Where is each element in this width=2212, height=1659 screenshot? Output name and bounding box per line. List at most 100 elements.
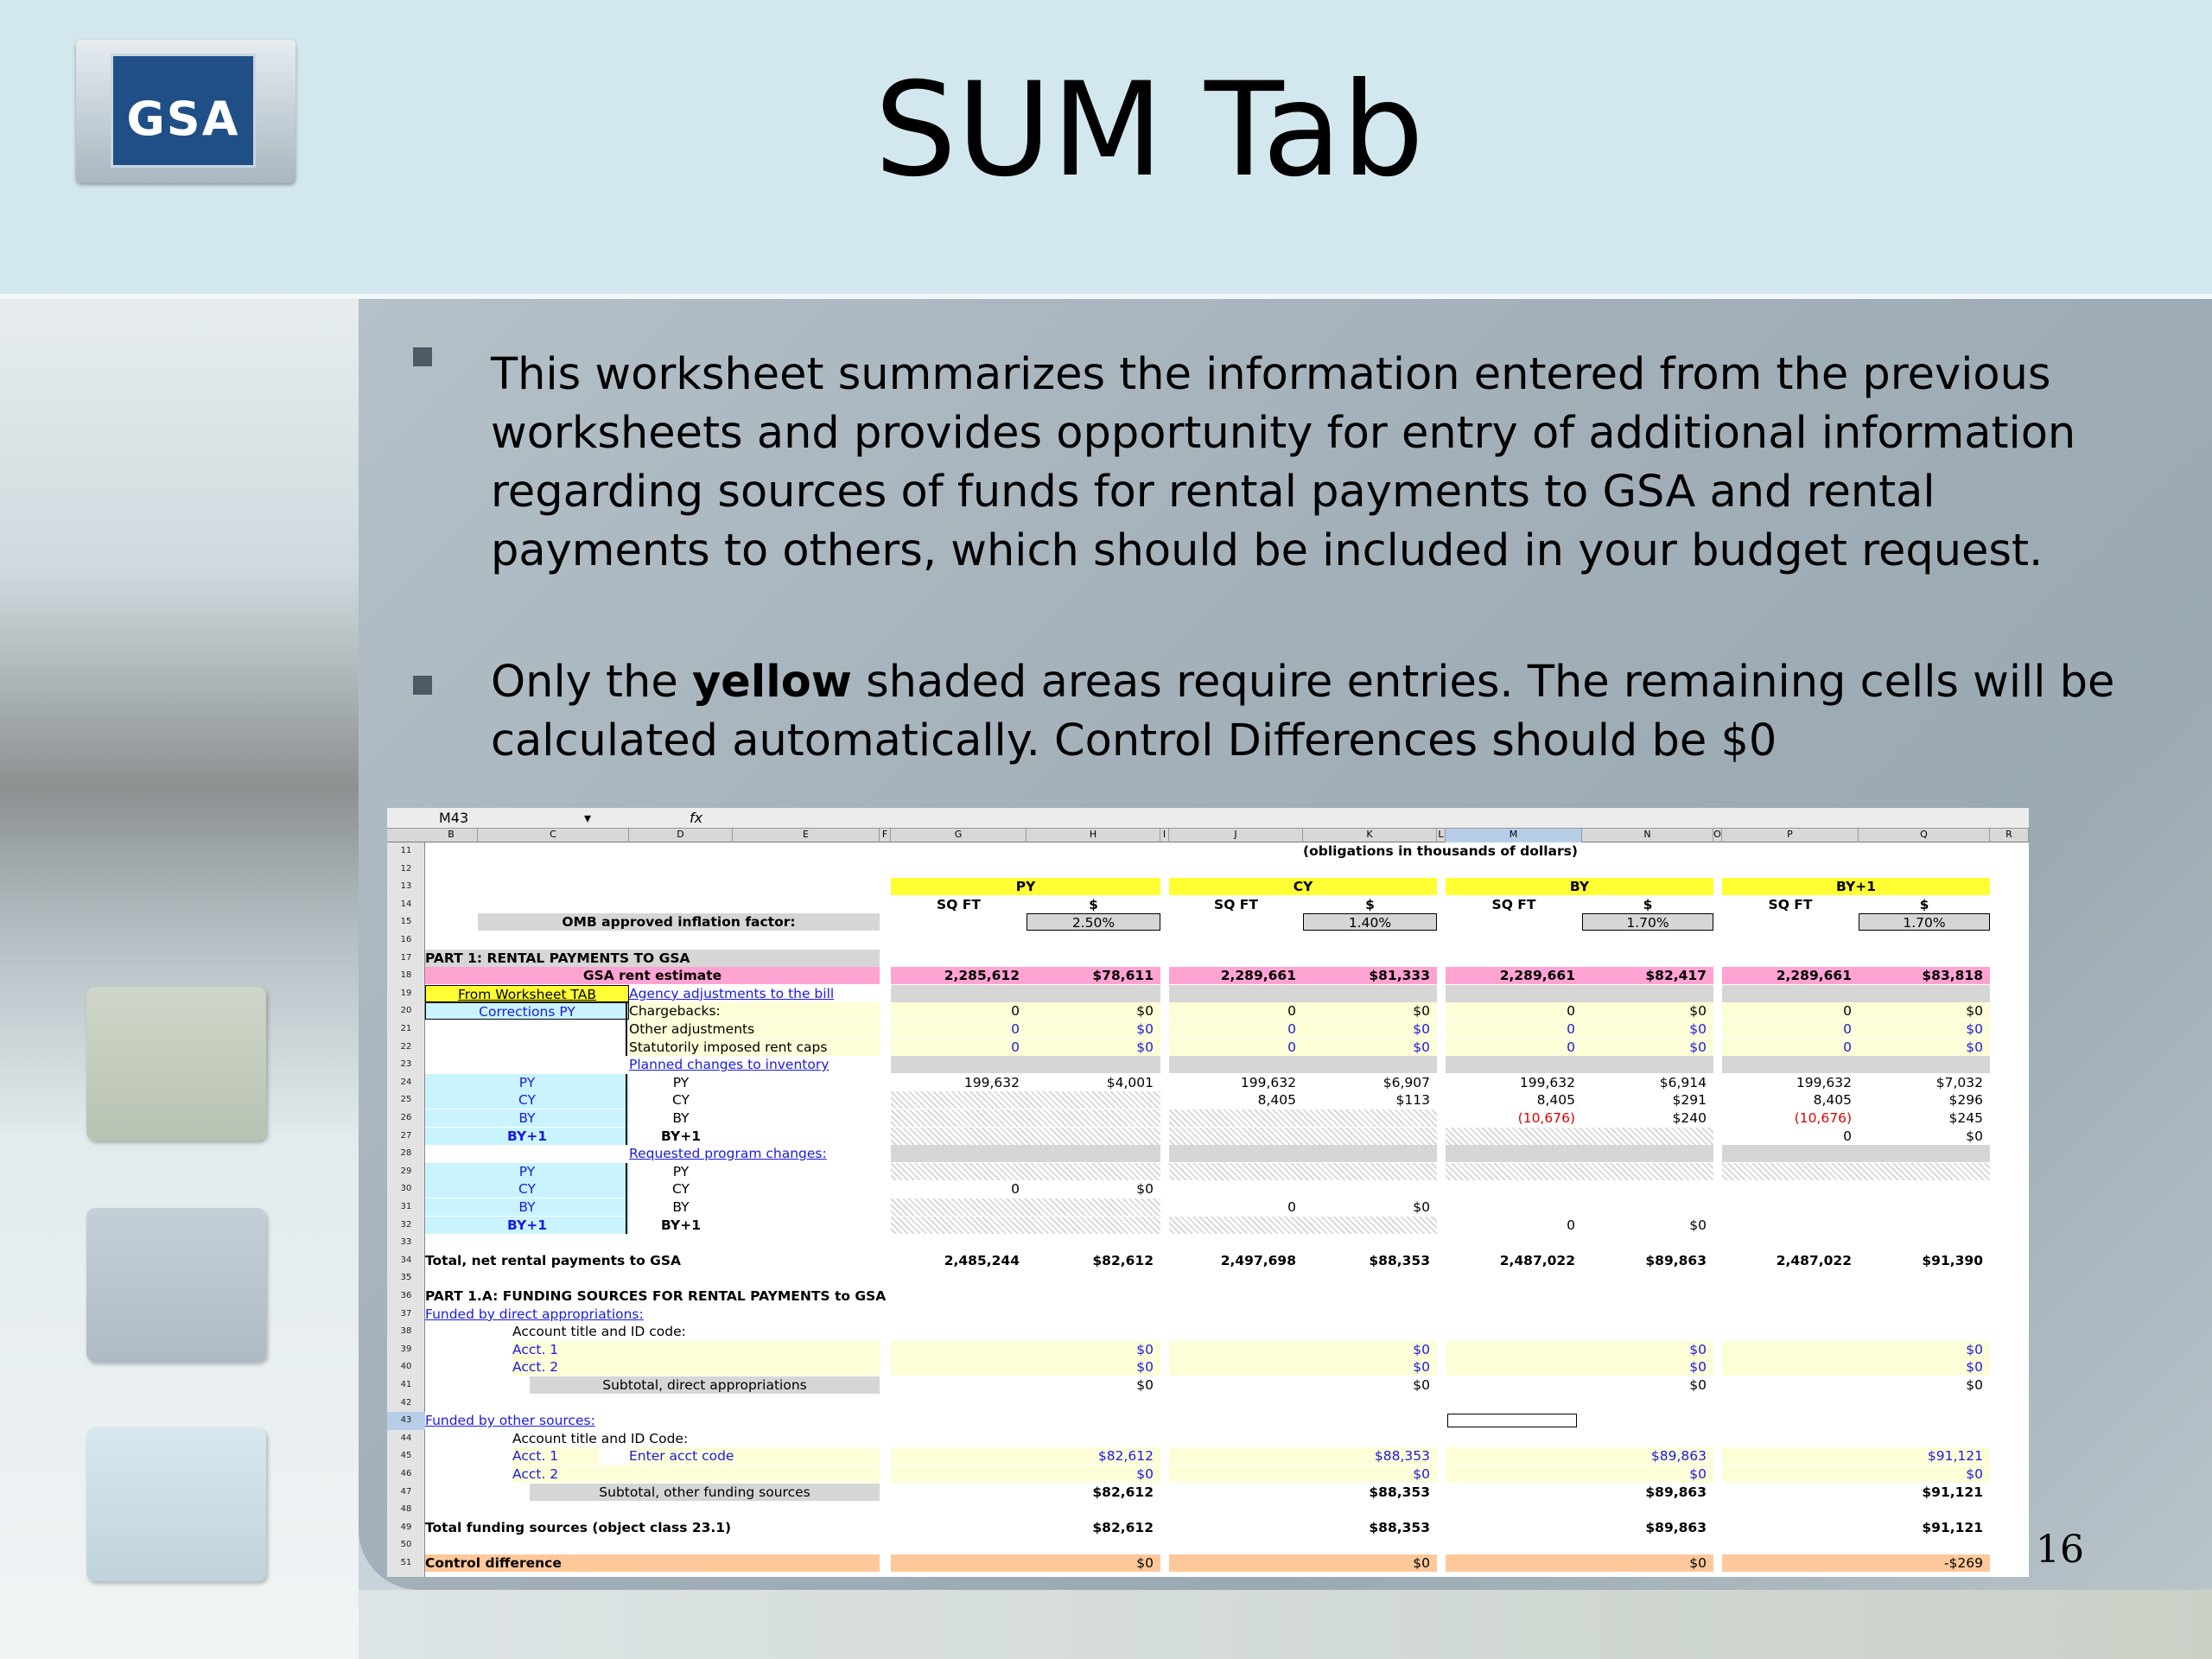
program-year-input[interactable]: PY xyxy=(425,1162,629,1180)
program-year-input[interactable]: CY xyxy=(425,1180,629,1198)
row-header[interactable]: 33 xyxy=(387,1234,425,1252)
row-header[interactable]: 48 xyxy=(387,1501,425,1519)
inventory-cy-dollars[interactable]: $296 xyxy=(1859,1091,1990,1109)
row-header[interactable]: 16 xyxy=(387,931,425,950)
row-header[interactable]: 43 xyxy=(387,1412,425,1430)
subtotal-other-value[interactable]: $89,863 xyxy=(1582,1484,1713,1501)
adjustment-dollar-input[interactable]: $0 xyxy=(1582,1038,1713,1056)
column-header[interactable]: G xyxy=(891,829,1027,842)
column-header[interactable]: K xyxy=(1303,829,1437,842)
chevron-down-icon[interactable]: ▾ xyxy=(584,810,591,826)
planned-year-input[interactable]: BY xyxy=(425,1109,629,1127)
column-header[interactable]: O xyxy=(1713,829,1722,842)
adjustment-sqft-input[interactable]: 0 xyxy=(1169,1002,1303,1020)
row-header[interactable]: 21 xyxy=(387,1020,425,1039)
program-sqft[interactable]: 0 xyxy=(891,1180,1027,1198)
control-difference-value[interactable]: -$269 xyxy=(1859,1554,1990,1572)
funding-input[interactable] xyxy=(891,1340,1027,1358)
other-funding-dollar-input[interactable]: $0 xyxy=(1303,1465,1437,1483)
column-header[interactable]: F xyxy=(880,829,891,842)
gsa-rent-sqft[interactable]: 2,289,661 xyxy=(1446,967,1582,985)
inventory-cy-sqft[interactable]: 8,405 xyxy=(1169,1091,1303,1109)
inventory-py-sqft[interactable]: 199,632 xyxy=(1169,1074,1303,1091)
adjustment-dollar-input[interactable]: $0 xyxy=(1303,1020,1437,1038)
row-header[interactable]: 11 xyxy=(387,842,425,861)
inventory-py-sqft[interactable]: 199,632 xyxy=(1722,1074,1859,1091)
inflation-factor-cell[interactable]: 1.70% xyxy=(1859,913,1990,931)
row-header[interactable]: 35 xyxy=(387,1269,425,1287)
account-input[interactable]: Acct. 2 xyxy=(512,1465,880,1483)
inventory-cy-dollars[interactable]: $291 xyxy=(1582,1091,1713,1109)
adjustment-sqft-input[interactable]: 0 xyxy=(1169,1038,1303,1056)
funding-input[interactable] xyxy=(1446,1447,1582,1465)
row-header[interactable]: 50 xyxy=(387,1536,425,1554)
other-funding-dollar-input[interactable]: $91,121 xyxy=(1859,1447,1990,1465)
agency-adjustments-link[interactable]: Agency adjustments to the bill xyxy=(629,985,880,1002)
funding-input[interactable] xyxy=(1722,1465,1859,1483)
control-difference-value[interactable]: $0 xyxy=(1027,1554,1160,1572)
adjustment-sqft-input[interactable]: 0 xyxy=(1722,1020,1859,1038)
other-funding-dollar-input[interactable]: $89,863 xyxy=(1582,1447,1713,1465)
row-header[interactable]: 45 xyxy=(387,1447,425,1465)
column-header[interactable]: B xyxy=(425,829,478,842)
adjustment-label[interactable]: Other adjustments xyxy=(629,1020,880,1038)
row-header[interactable]: 17 xyxy=(387,950,425,968)
adjustment-sqft-input[interactable]: 0 xyxy=(891,1002,1027,1020)
adjustment-dollar-input[interactable]: $0 xyxy=(1303,1002,1437,1020)
row-header[interactable]: 19 xyxy=(387,985,425,1003)
row-header[interactable]: 23 xyxy=(387,1056,425,1074)
row-header[interactable]: 12 xyxy=(387,861,425,879)
row-header[interactable]: 30 xyxy=(387,1180,425,1198)
total-net-sqft[interactable]: 2,487,022 xyxy=(1446,1252,1582,1269)
total-net-dollars[interactable]: $91,390 xyxy=(1859,1252,1990,1269)
row-header[interactable]: 46 xyxy=(387,1465,425,1484)
row-header[interactable]: 31 xyxy=(387,1198,425,1217)
inventory-by-dollars[interactable]: $240 xyxy=(1582,1109,1713,1127)
gsa-rent-dollars[interactable]: $81,333 xyxy=(1303,967,1437,985)
adjustment-dollar-input[interactable]: $0 xyxy=(1027,1002,1160,1020)
column-header[interactable]: P xyxy=(1722,829,1859,842)
subtotal-direct-value[interactable]: $0 xyxy=(1027,1376,1160,1394)
gsa-rent-dollars[interactable]: $78,611 xyxy=(1027,967,1160,985)
program-changes-link[interactable]: Requested program changes: xyxy=(629,1145,880,1162)
adjustment-sqft-input[interactable]: 0 xyxy=(891,1038,1027,1056)
row-header[interactable]: 20 xyxy=(387,1002,425,1020)
other-funding-dollar-input[interactable]: $0 xyxy=(1582,1465,1713,1483)
funding-input[interactable] xyxy=(1722,1340,1859,1358)
row-header[interactable]: 39 xyxy=(387,1341,425,1359)
planned-year-input[interactable]: BY+1 xyxy=(425,1127,629,1145)
column-header[interactable]: L xyxy=(1437,829,1446,842)
total-funding-value[interactable]: $82,612 xyxy=(1027,1519,1160,1536)
other-funding-dollar-input[interactable]: $0 xyxy=(1027,1465,1160,1483)
inventory-py-sqft[interactable]: 199,632 xyxy=(1446,1074,1582,1091)
funding-input[interactable] xyxy=(1446,1358,1582,1376)
funding-dollar-input[interactable]: $0 xyxy=(1027,1358,1160,1376)
funding-dollar-input[interactable]: $0 xyxy=(1582,1358,1713,1376)
account-input[interactable]: Acct. 2 xyxy=(512,1358,880,1376)
row-header[interactable]: 25 xyxy=(387,1091,425,1109)
adjustment-sqft-input[interactable]: 0 xyxy=(1446,1038,1582,1056)
funding-input[interactable] xyxy=(1169,1340,1303,1358)
adjustment-sqft-input[interactable]: 0 xyxy=(1446,1002,1582,1020)
account-input[interactable]: Acct. 1 xyxy=(512,1340,880,1358)
inflation-factor-cell[interactable]: 2.50% xyxy=(1027,913,1160,931)
control-difference-value[interactable]: $0 xyxy=(1303,1554,1437,1572)
column-header[interactable]: J xyxy=(1169,829,1303,842)
row-header[interactable]: 29 xyxy=(387,1163,425,1181)
inflation-factor-cell[interactable]: 1.40% xyxy=(1303,913,1437,931)
gsa-rent-dollars[interactable]: $82,417 xyxy=(1582,967,1713,985)
inventory-by-sqft[interactable]: (10,676) xyxy=(1722,1109,1859,1127)
account-input[interactable]: Acct. 1 xyxy=(512,1447,599,1465)
funding-dollar-input[interactable]: $0 xyxy=(1027,1340,1160,1358)
adjustment-sqft-input[interactable]: 0 xyxy=(1169,1020,1303,1038)
gsa-rent-dollars[interactable]: $83,818 xyxy=(1859,967,1990,985)
control-difference-value[interactable]: $0 xyxy=(1582,1554,1713,1572)
row-header[interactable]: 47 xyxy=(387,1484,425,1502)
column-header[interactable]: I xyxy=(1160,829,1169,842)
inventory-py-sqft[interactable]: 199,632 xyxy=(891,1074,1027,1091)
program-dollars[interactable]: $0 xyxy=(1027,1180,1160,1198)
row-header[interactable]: 26 xyxy=(387,1109,425,1128)
inventory-py-dollars[interactable]: $7,032 xyxy=(1859,1074,1990,1091)
subtotal-direct-value[interactable]: $0 xyxy=(1859,1376,1990,1394)
program-year-input[interactable]: BY+1 xyxy=(425,1216,629,1234)
